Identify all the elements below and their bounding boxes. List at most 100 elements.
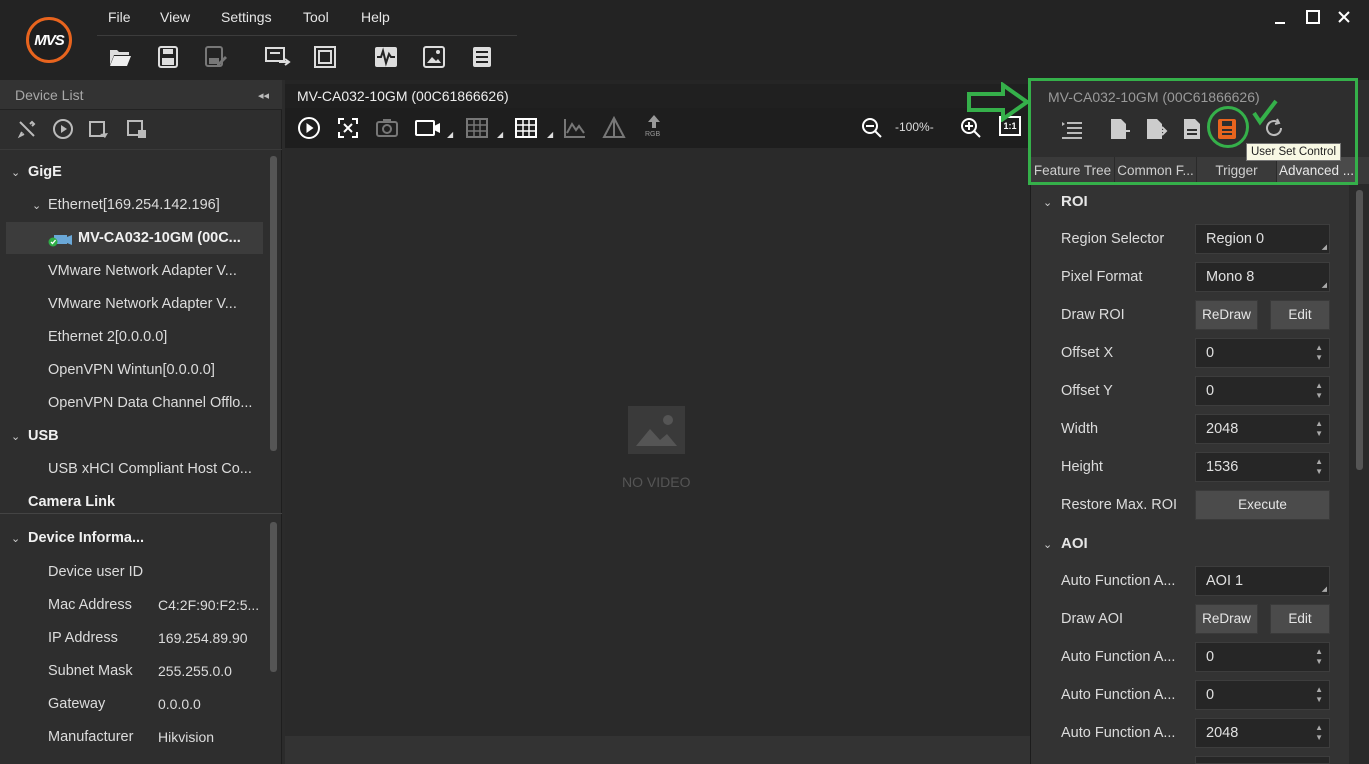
- save-icon[interactable]: [156, 46, 180, 68]
- spinner-arrows-icon[interactable]: ▲ ▼: [1315, 381, 1323, 401]
- device-info-scrollbar[interactable]: [270, 522, 277, 672]
- camera-snapshot-icon[interactable]: [375, 116, 399, 140]
- play-icon[interactable]: [52, 118, 74, 140]
- aoi-offset-x-input[interactable]: 0 ▲ ▼: [1195, 642, 1330, 672]
- spinner-arrows-icon[interactable]: ▲ ▼: [1315, 457, 1323, 477]
- play-icon[interactable]: [297, 116, 321, 140]
- dropdown-arrow-icon[interactable]: ◢: [497, 130, 503, 139]
- menu-tool[interactable]: Tool: [303, 9, 329, 25]
- offset-x-input[interactable]: 0 ▲ ▼: [1195, 338, 1330, 368]
- spinner-arrows-icon[interactable]: ▲ ▼: [1315, 647, 1323, 667]
- save-as-icon[interactable]: [204, 46, 228, 68]
- zoom-out-icon[interactable]: [860, 116, 884, 140]
- window-layout-icon[interactable]: [313, 46, 337, 68]
- chevron-down-icon[interactable]: ⌄: [32, 199, 41, 212]
- label-restore-max-roi: Restore Max. ROI: [1061, 497, 1178, 513]
- device-toolbar: [0, 110, 282, 150]
- menu-file[interactable]: File: [108, 9, 131, 25]
- tree-item-vmware-2[interactable]: VMware Network Adapter V...: [48, 288, 263, 321]
- section-roi[interactable]: ROI: [1061, 193, 1088, 210]
- image-settings-icon[interactable]: [422, 46, 446, 68]
- tree-item-camera[interactable]: MV-CA032-10GM (00C...: [78, 222, 263, 255]
- tree-item-usb[interactable]: USB: [28, 420, 263, 453]
- dropdown-arrow-icon[interactable]: ◢: [447, 130, 453, 139]
- toolbar-divider: [97, 35, 517, 36]
- minimize-button[interactable]: [1272, 10, 1288, 26]
- histogram-icon[interactable]: [563, 116, 587, 140]
- tree-item-openvpn-data[interactable]: OpenVPN Data Channel Offlo...: [48, 387, 263, 420]
- section-aoi[interactable]: AOI: [1061, 535, 1088, 552]
- device-info-title[interactable]: Device Informa...: [28, 522, 263, 555]
- next-field-partial[interactable]: [1195, 756, 1330, 764]
- menu-view[interactable]: View: [160, 9, 190, 25]
- device-list-scrollbar[interactable]: [270, 156, 277, 451]
- spinner-arrows-icon[interactable]: ▲ ▼: [1315, 723, 1323, 743]
- menu-settings[interactable]: Settings: [221, 9, 272, 25]
- aoi-width-input[interactable]: 2048 ▲ ▼: [1195, 718, 1330, 748]
- multi-window-icon[interactable]: [265, 46, 291, 68]
- offset-x-value: 0: [1206, 345, 1215, 361]
- roi-redraw-button[interactable]: ReDraw: [1195, 300, 1258, 330]
- dropdown-corner-icon: ◢: [1321, 282, 1327, 289]
- record-icon[interactable]: [414, 116, 442, 140]
- maximize-button[interactable]: [1305, 9, 1321, 25]
- tooltip: User Set Control: [1246, 143, 1342, 161]
- offset-y-input[interactable]: 0 ▲ ▼: [1195, 376, 1330, 406]
- grid-split-icon[interactable]: [465, 116, 489, 140]
- collapse-panel-icon[interactable]: ◂◂: [258, 89, 269, 102]
- spinner-arrows-icon[interactable]: ▲ ▼: [1315, 343, 1323, 363]
- tree-item-openvpn-wintun[interactable]: OpenVPN Wintun[0.0.0.0]: [48, 354, 263, 387]
- tree-item-ethernet[interactable]: Ethernet[169.254.142.196]: [48, 189, 263, 222]
- chevron-down-icon[interactable]: ⌄: [11, 430, 20, 443]
- info-val-subnet: 255.255.0.0: [158, 663, 232, 679]
- open-folder-icon[interactable]: [108, 46, 132, 68]
- aoi-selector-dropdown[interactable]: AOI 1 ◢: [1195, 566, 1330, 596]
- preview-status-bar: [285, 736, 1030, 764]
- multi-device-icon[interactable]: [126, 118, 148, 140]
- spinner-arrows-icon[interactable]: ▲ ▼: [1315, 419, 1323, 439]
- feature-list-scrollbar-track[interactable]: [1349, 184, 1369, 764]
- disconnect-icon[interactable]: [16, 118, 38, 140]
- spinner-arrows-icon[interactable]: ▲ ▼: [1315, 685, 1323, 705]
- preview-tab[interactable]: MV-CA032-10GM (00C61866626): [285, 84, 1030, 108]
- chevron-down-icon[interactable]: ⌄: [11, 166, 20, 179]
- tree-item-usb-host[interactable]: USB xHCI Compliant Host Co...: [48, 453, 263, 486]
- no-video-icon: [628, 406, 685, 454]
- dropdown-arrow-icon[interactable]: ◢: [547, 130, 553, 139]
- mirror-icon[interactable]: [602, 116, 626, 140]
- width-input[interactable]: 2048 ▲ ▼: [1195, 414, 1330, 444]
- feature-list: ⌄ ROI Region Selector Region 0 ◢ Pixel Fo…: [1031, 184, 1349, 764]
- chevron-down-icon[interactable]: ⌄: [1043, 538, 1052, 551]
- info-val-gateway: 0.0.0.0: [158, 696, 201, 712]
- waveform-icon[interactable]: [374, 46, 398, 68]
- menu-help[interactable]: Help: [361, 9, 390, 25]
- video-canvas[interactable]: NO VIDEO: [285, 148, 1030, 736]
- capture-icon[interactable]: [88, 118, 110, 140]
- crosshair-grid-icon[interactable]: [514, 116, 538, 140]
- tree-item-ethernet2[interactable]: Ethernet 2[0.0.0.0]: [48, 321, 263, 354]
- pixel-format-value: Mono 8: [1206, 269, 1255, 285]
- feature-list-scrollbar[interactable]: [1356, 190, 1363, 470]
- label-width: Width: [1061, 421, 1099, 437]
- roi-edit-button[interactable]: Edit: [1270, 300, 1330, 330]
- chevron-down-icon[interactable]: ⌄: [11, 532, 20, 545]
- log-icon[interactable]: [470, 46, 494, 68]
- pixel-format-dropdown[interactable]: Mono 8 ◢: [1195, 262, 1330, 292]
- tree-item-camera-link[interactable]: Camera Link: [28, 486, 263, 519]
- aoi-redraw-button[interactable]: ReDraw: [1195, 604, 1258, 634]
- region-selector-dropdown[interactable]: Region 0 ◢: [1195, 224, 1330, 254]
- close-button[interactable]: [1336, 9, 1352, 25]
- aoi-edit-button[interactable]: Edit: [1270, 604, 1330, 634]
- execute-button[interactable]: Execute: [1195, 490, 1330, 520]
- rgb-icon[interactable]: RGB: [642, 114, 666, 144]
- label-pixel-format: Pixel Format: [1061, 269, 1143, 285]
- tree-item-vmware-1[interactable]: VMware Network Adapter V...: [48, 255, 263, 288]
- chevron-down-icon[interactable]: ⌄: [1043, 196, 1052, 209]
- aoi-offset-y-input[interactable]: 0 ▲ ▼: [1195, 680, 1330, 710]
- stop-icon[interactable]: [336, 116, 360, 140]
- label-region-selector: Region Selector: [1061, 231, 1165, 247]
- info-val-manufacturer: Hikvision: [158, 729, 215, 745]
- height-input[interactable]: 1536 ▲ ▼: [1195, 452, 1330, 482]
- tree-item-gige[interactable]: GigE: [28, 156, 293, 189]
- preview-tab-title: MV-CA032-10GM (00C61866626): [297, 88, 509, 104]
